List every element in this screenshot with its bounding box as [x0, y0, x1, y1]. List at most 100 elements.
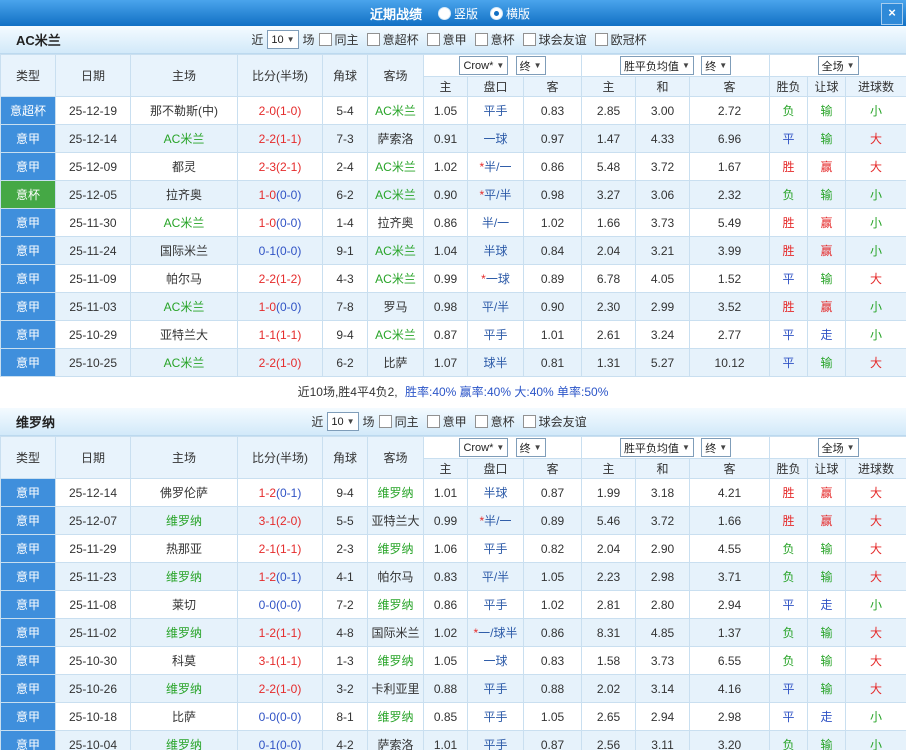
avg-draw: 3.73: [636, 209, 690, 237]
avg-time-select[interactable]: 终▼: [701, 438, 731, 457]
section-header-verona: 维罗纳 近 10▼ 场 同主意甲意杯球会友谊: [0, 408, 906, 436]
home-team: 科莫: [131, 647, 238, 675]
avg-draw: 5.27: [636, 349, 690, 377]
section-header-ac-milan: AC米兰 近 10▼ 场 同主意超杯意甲意杯球会友谊欧冠杯: [0, 26, 906, 54]
filter-checkbox[interactable]: 意杯: [475, 31, 515, 48]
avg-away: 3.71: [690, 563, 770, 591]
result: 负: [770, 619, 808, 647]
match-count-select[interactable]: 10▼: [327, 412, 358, 431]
odds-time-select[interactable]: 终▼: [516, 438, 546, 457]
avg-away: 2.98: [690, 703, 770, 731]
avg-draw: 3.72: [636, 507, 690, 535]
odds-company-select[interactable]: Crow*▼: [459, 438, 508, 457]
col-odds-home: 主: [424, 459, 468, 479]
goals-result: 小: [846, 209, 906, 237]
corner-count: 9-1: [323, 237, 368, 265]
filter-checkbox[interactable]: 欧冠杯: [595, 31, 647, 48]
col-odds-home: 主: [424, 77, 468, 97]
away-team: 维罗纳: [368, 703, 424, 731]
col-score: 比分(半场): [238, 55, 323, 97]
filter-checkbox[interactable]: 同主: [319, 31, 359, 48]
result: 胜: [770, 237, 808, 265]
avg-type-select[interactable]: 胜平负均值▼: [620, 438, 694, 457]
odds-time-select[interactable]: 终▼: [516, 56, 546, 75]
col-type: 类型: [1, 437, 56, 479]
filter-checkbox[interactable]: 球会友谊: [523, 31, 587, 48]
filter-checkbox[interactable]: 球会友谊: [523, 413, 587, 430]
avg-away: 6.96: [690, 125, 770, 153]
table-row: 意甲25-11-02维罗纳1-2(1-1)4-8国际米兰1.02*一/球半0.8…: [1, 619, 906, 647]
filter-checkbox[interactable]: 意杯: [475, 413, 515, 430]
handicap-result: 赢: [808, 237, 846, 265]
goals-result: 小: [846, 731, 906, 750]
result: 负: [770, 181, 808, 209]
close-icon[interactable]: ×: [881, 3, 903, 25]
home-odds: 1.02: [424, 619, 468, 647]
col-avg-draw: 和: [636, 77, 690, 97]
avg-away: 3.52: [690, 293, 770, 321]
score: 0-1(0-0): [238, 237, 323, 265]
avg-home: 1.66: [582, 209, 636, 237]
handicap: 球半: [468, 349, 524, 377]
table-row: 意甲25-11-08莱切0-0(0-0)7-2维罗纳0.86平手1.022.81…: [1, 591, 906, 619]
avg-away: 4.21: [690, 479, 770, 507]
goals-result: 大: [846, 647, 906, 675]
handicap-result: 输: [808, 619, 846, 647]
avg-draw: 3.73: [636, 647, 690, 675]
checkbox-icon: [319, 33, 332, 46]
checkbox-label: 球会友谊: [539, 31, 587, 48]
result: 胜: [770, 293, 808, 321]
filter-prefix: 近: [251, 31, 263, 48]
corner-count: 6-2: [323, 181, 368, 209]
corner-count: 3-2: [323, 675, 368, 703]
away-team: AC米兰: [368, 153, 424, 181]
filter-checkbox[interactable]: 意甲: [427, 413, 467, 430]
avg-away: 5.49: [690, 209, 770, 237]
match-date: 25-11-23: [56, 563, 131, 591]
filter-checkbox[interactable]: 意超杯: [367, 31, 419, 48]
filter-checkbox[interactable]: 意甲: [427, 31, 467, 48]
odds-company-select[interactable]: Crow*▼: [459, 56, 508, 75]
checkbox-label: 同主: [395, 413, 419, 430]
handicap: 半球: [468, 237, 524, 265]
avg-away: 2.32: [690, 181, 770, 209]
avg-draw: 2.99: [636, 293, 690, 321]
result: 负: [770, 647, 808, 675]
filter-checkbox[interactable]: 同主: [379, 413, 419, 430]
avg-home: 2.04: [582, 535, 636, 563]
home-team: AC米兰: [131, 293, 238, 321]
score: 2-3(2-1): [238, 153, 323, 181]
score: 1-2(1-1): [238, 619, 323, 647]
full-period-select[interactable]: 全场▼: [818, 56, 859, 75]
table-row: 意杯25-12-05拉齐奥1-0(0-0)6-2AC米兰0.90*平/半0.98…: [1, 181, 906, 209]
view-option-vertical[interactable]: 竖版: [438, 5, 478, 22]
match-date: 25-10-30: [56, 647, 131, 675]
col-avg-home: 主: [582, 77, 636, 97]
full-period-select[interactable]: 全场▼: [818, 438, 859, 457]
avg-type-select[interactable]: 胜平负均值▼: [620, 56, 694, 75]
filter-checkbox-group: 同主意超杯意甲意杯 球会友谊 欧冠杯: [319, 31, 655, 48]
checkbox-icon: [475, 33, 488, 46]
avg-time-select[interactable]: 终▼: [701, 56, 731, 75]
match-count-select[interactable]: 10▼: [267, 30, 298, 49]
away-odds: 0.82: [524, 535, 582, 563]
away-team: 帕尔马: [368, 563, 424, 591]
avg-draw: 3.11: [636, 731, 690, 750]
avg-draw: 2.80: [636, 591, 690, 619]
filter-checkbox-group: 同主意甲意杯球会友谊: [379, 413, 595, 430]
away-odds: 0.87: [524, 479, 582, 507]
avg-home: 2.81: [582, 591, 636, 619]
col-result: 胜负: [770, 77, 808, 97]
full-group-header: 全场▼: [770, 437, 906, 459]
away-odds: 0.84: [524, 237, 582, 265]
checkbox-icon: [523, 33, 536, 46]
col-date: 日期: [56, 55, 131, 97]
chevron-down-icon: ▼: [847, 61, 855, 70]
view-option-horizontal[interactable]: 横版: [490, 5, 530, 22]
checkbox-label: 欧冠杯: [611, 31, 647, 48]
col-type: 类型: [1, 55, 56, 97]
away-team: AC米兰: [368, 97, 424, 125]
home-odds: 0.87: [424, 321, 468, 349]
result: 负: [770, 535, 808, 563]
col-date: 日期: [56, 437, 131, 479]
